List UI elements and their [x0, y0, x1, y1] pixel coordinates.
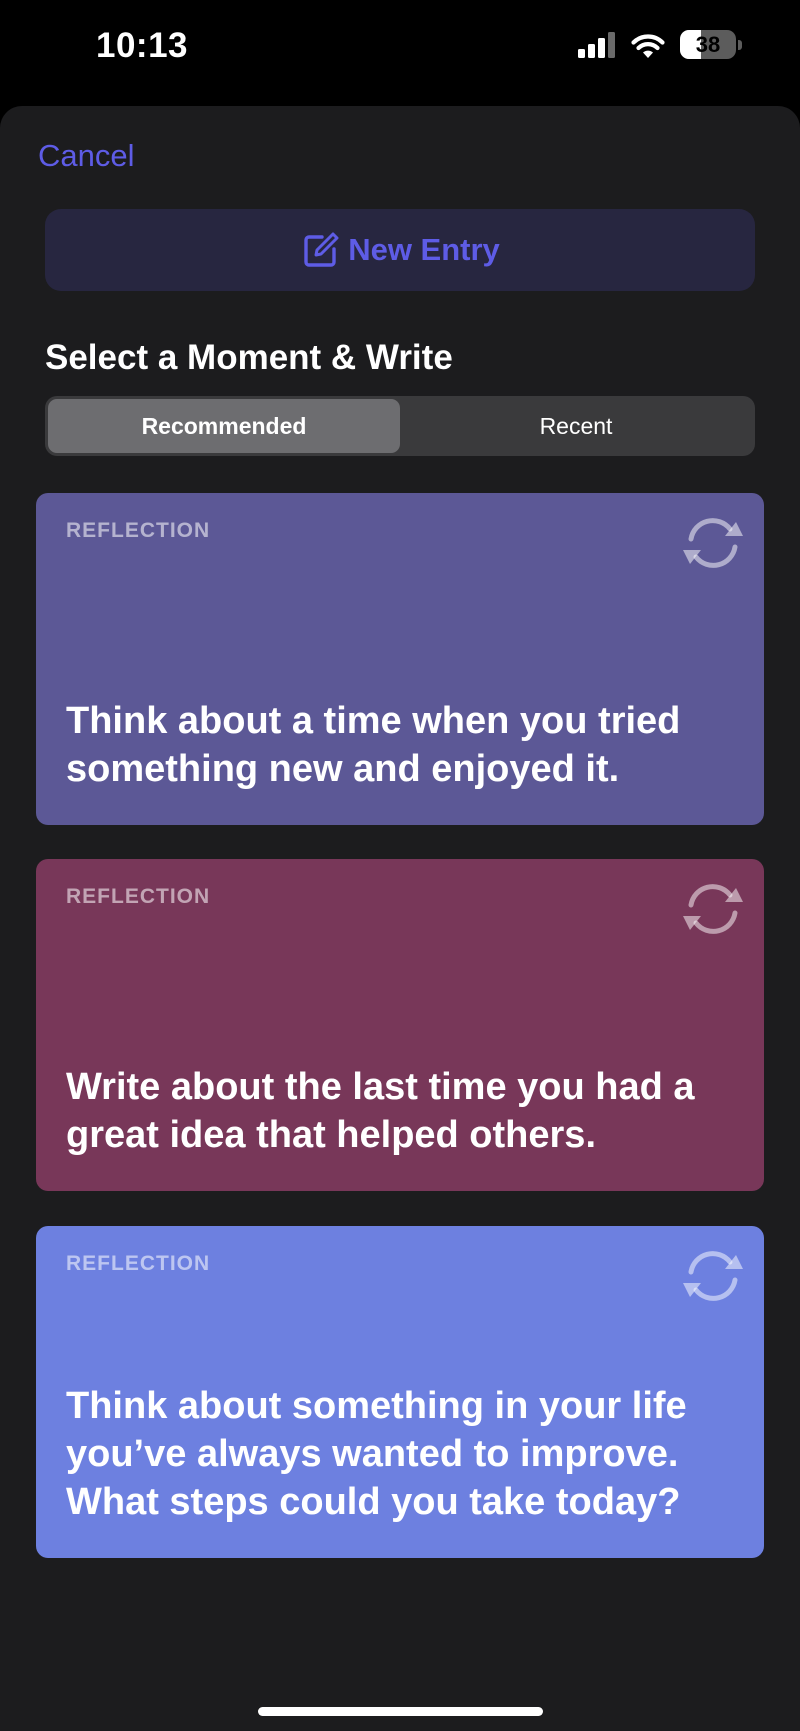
battery-nub	[738, 39, 742, 50]
card-prompt-text: Think about something in your life you’v…	[66, 1385, 687, 1523]
status-bar: 10:13 38	[0, 0, 800, 106]
segmented-control: Recommended Recent	[45, 396, 755, 456]
status-time: 10:13	[96, 26, 189, 65]
card-prompt-text: Think about a time when you tried someth…	[66, 700, 681, 790]
refresh-prompt-button[interactable]	[680, 513, 746, 573]
wifi-icon	[631, 33, 665, 58]
battery-percentage: 38	[695, 31, 721, 57]
refresh-icon	[683, 1251, 743, 1301]
refresh-icon	[683, 518, 743, 568]
refresh-prompt-button[interactable]	[680, 1246, 746, 1306]
card-prompt-text: Write about the last time you had a grea…	[66, 1066, 695, 1156]
home-indicator	[258, 1707, 543, 1716]
cancel-button[interactable]: Cancel	[38, 138, 135, 174]
battery-indicator: 38	[680, 30, 742, 59]
prompt-card[interactable]: REFLECTION Write about the last time you…	[36, 859, 764, 1191]
battery-icon: 38	[680, 30, 736, 59]
card-category-label: REFLECTION	[66, 885, 211, 908]
status-icons: 38	[578, 30, 742, 59]
card-category-label: REFLECTION	[66, 519, 211, 542]
refresh-icon	[683, 884, 743, 934]
tab-recommended[interactable]: Recommended	[48, 399, 400, 453]
tab-recent[interactable]: Recent	[400, 399, 752, 453]
prompt-card[interactable]: REFLECTION Think about something in your…	[36, 1226, 764, 1558]
new-entry-button[interactable]: New Entry	[45, 209, 755, 291]
new-entry-sheet: Cancel New Entry Select a Moment & Write…	[0, 106, 800, 1731]
section-title: Select a Moment & Write	[45, 338, 453, 377]
prompt-card[interactable]: REFLECTION Think about a time when you t…	[36, 493, 764, 825]
card-category-label: REFLECTION	[66, 1252, 211, 1275]
compose-icon	[304, 232, 339, 267]
cellular-signal-icon	[578, 31, 615, 58]
refresh-prompt-button[interactable]	[680, 879, 746, 939]
new-entry-label: New Entry	[348, 232, 500, 267]
